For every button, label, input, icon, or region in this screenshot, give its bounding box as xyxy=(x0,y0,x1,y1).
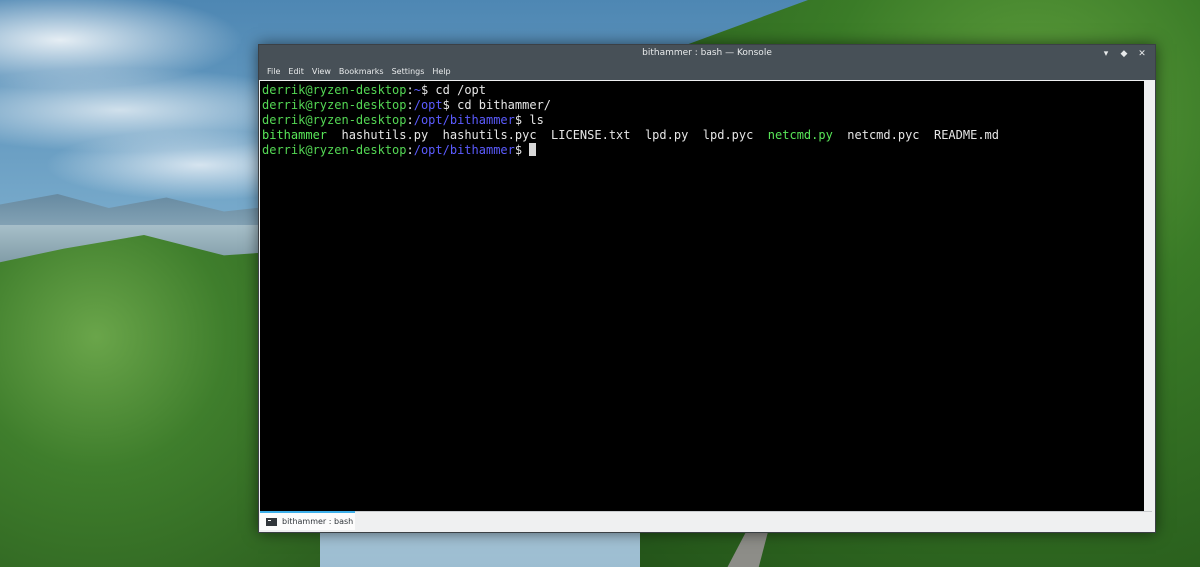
prompt-user: derrik@ryzen-desktop xyxy=(262,83,407,97)
window-titlebar[interactable]: bithammer : bash — Konsole ▾ ◆ ✕ xyxy=(259,45,1155,63)
prompt-user: derrik@ryzen-desktop xyxy=(262,113,407,127)
prompt-dollar: $ xyxy=(420,83,436,97)
menu-bookmarks[interactable]: Bookmarks xyxy=(335,67,388,76)
ls-entry-executable: netcmd.py xyxy=(767,128,833,142)
terminal-line: derrik@ryzen-desktop:/opt/bithammer$ ls xyxy=(262,113,1144,128)
terminal-scrollbar[interactable] xyxy=(1146,81,1154,511)
prompt-dollar: $ xyxy=(514,113,530,127)
ls-entry-file: lpd.pyc xyxy=(702,128,754,142)
ls-entry-file: README.md xyxy=(933,128,1000,142)
tab-label: bithammer : bash xyxy=(282,517,354,526)
tab-bithammer-bash[interactable]: bithammer : bash xyxy=(260,511,355,530)
terminal-line: derrik@ryzen-desktop:/opt$ cd bithammer/ xyxy=(262,98,1144,113)
minimize-icon[interactable]: ▾ xyxy=(1099,47,1113,61)
window-controls: ▾ ◆ ✕ xyxy=(1099,47,1149,61)
terminal-area[interactable]: derrik@ryzen-desktop:~$ cd /opt derrik@ry… xyxy=(260,81,1144,511)
ls-entry-file: lpd.py xyxy=(644,128,689,142)
prompt-separator: : xyxy=(406,143,414,157)
menubar: File Edit View Bookmarks Settings Help xyxy=(259,63,1155,80)
prompt-path: /opt xyxy=(413,98,443,112)
menu-edit[interactable]: Edit xyxy=(284,67,308,76)
prompt-dollar: $ xyxy=(442,98,458,112)
menu-settings[interactable]: Settings xyxy=(388,67,429,76)
prompt-path: /opt/bithammer xyxy=(413,143,515,157)
menu-help[interactable]: Help xyxy=(428,67,454,76)
command-text: cd /opt xyxy=(435,83,486,97)
ls-output-line: bithammer hashutils.py hashutils.pyc LIC… xyxy=(262,128,1144,143)
menu-file[interactable]: File xyxy=(263,67,284,76)
command-text: cd bithammer/ xyxy=(457,98,552,112)
tab-bar: bithammer : bash xyxy=(260,511,1152,531)
terminal-line: derrik@ryzen-desktop:~$ cd /opt xyxy=(262,83,1144,98)
terminal-prompt-line: derrik@ryzen-desktop:/opt/bithammer$ xyxy=(262,143,1144,158)
ls-entry-file: LICENSE.txt xyxy=(551,128,631,142)
ls-entry-file: hashutils.pyc xyxy=(442,128,537,142)
prompt-path: /opt/bithammer xyxy=(413,113,515,127)
prompt-user: derrik@ryzen-desktop xyxy=(262,98,407,112)
terminal-icon xyxy=(266,517,277,526)
prompt-separator: : xyxy=(406,83,414,97)
ls-entry-file: netcmd.pyc xyxy=(847,128,920,142)
ls-entry-file: hashutils.py xyxy=(341,128,429,142)
close-icon[interactable]: ✕ xyxy=(1135,47,1149,61)
prompt-dollar: $ xyxy=(514,143,530,157)
prompt-user: derrik@ryzen-desktop xyxy=(262,143,407,157)
ls-entry-executable: bithammer xyxy=(262,128,328,142)
menu-view[interactable]: View xyxy=(308,67,335,76)
prompt-path: ~ xyxy=(413,83,421,97)
command-text: ls xyxy=(529,113,544,127)
text-cursor xyxy=(529,143,537,156)
window-title: bithammer : bash — Konsole xyxy=(642,48,772,58)
maximize-icon[interactable]: ◆ xyxy=(1117,47,1131,61)
prompt-separator: : xyxy=(406,113,414,127)
konsole-window[interactable]: bithammer : bash — Konsole ▾ ◆ ✕ File Ed… xyxy=(258,44,1156,533)
prompt-separator: : xyxy=(406,98,414,112)
